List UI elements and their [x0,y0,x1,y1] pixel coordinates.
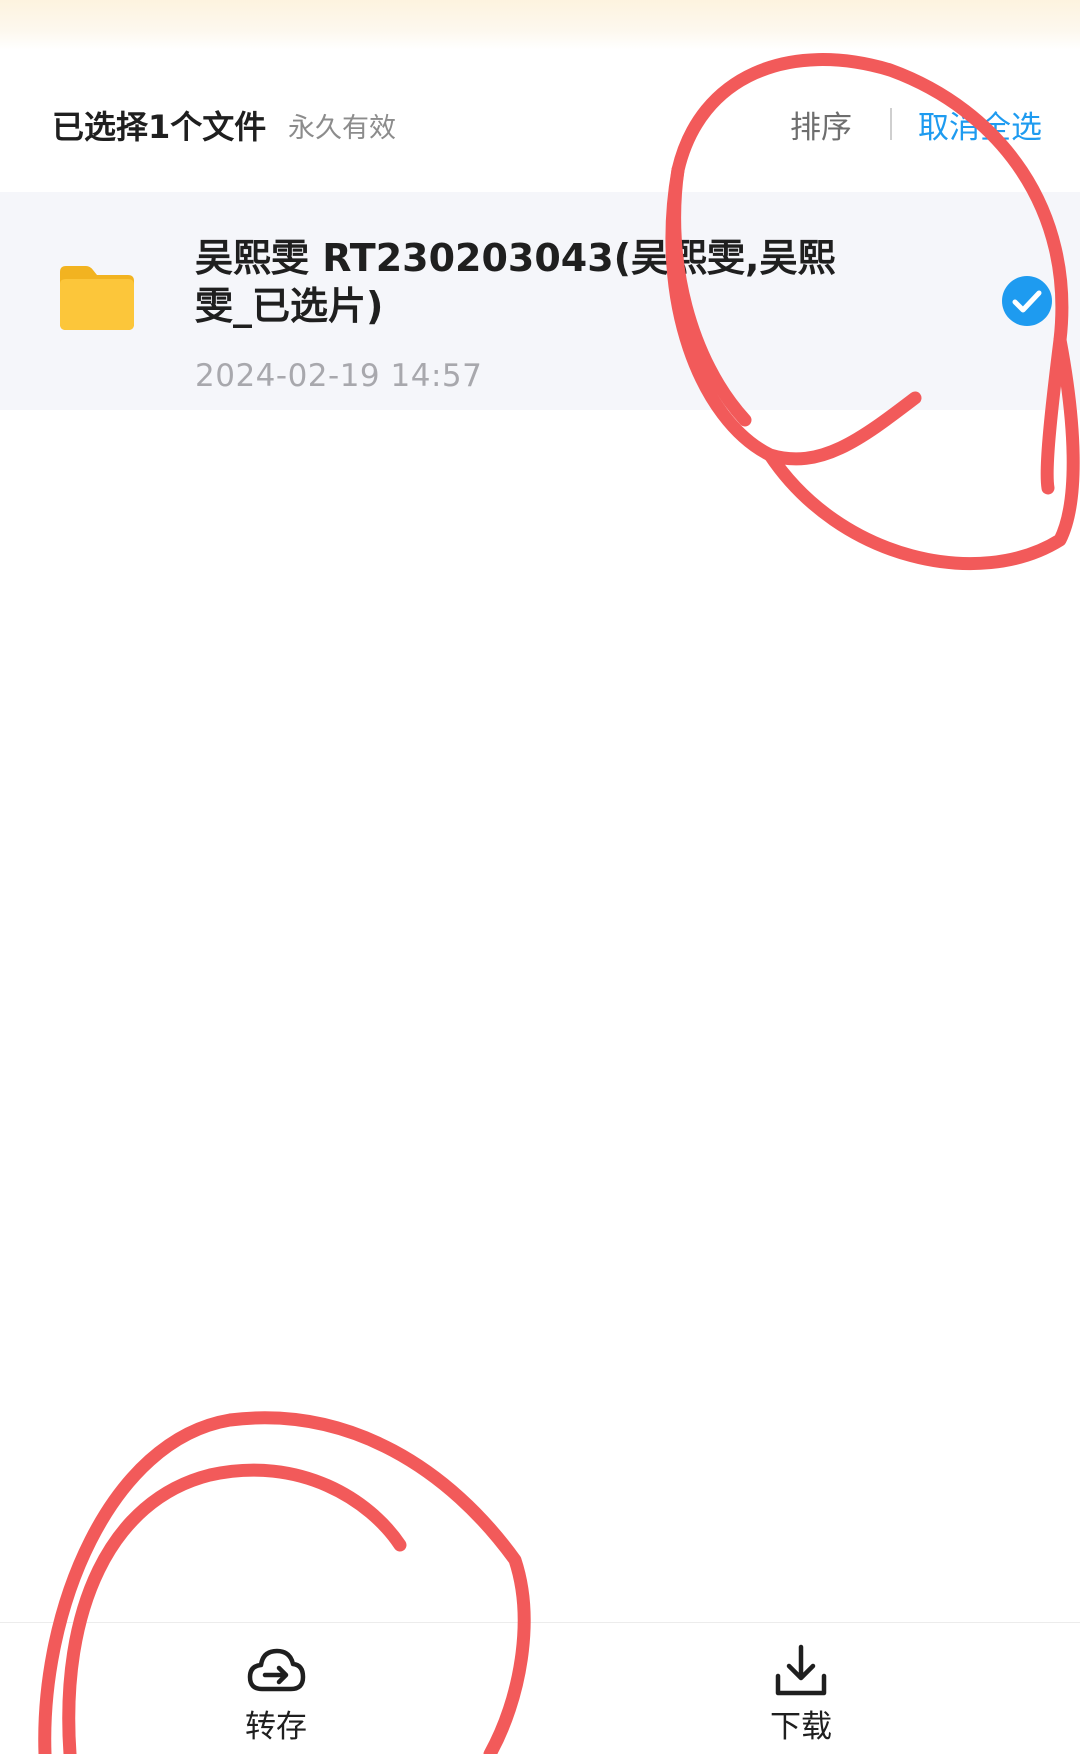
top-gradient-band [0,0,1080,50]
file-list-item[interactable]: 吴熙雯 RT230203043(吴熙雯,吴熙雯_已选片) 2024-02-19 … [0,192,1080,410]
cloud-transfer-icon [247,1648,306,1692]
download-label: 下载 [770,1709,832,1745]
save-to-drive-button[interactable]: 转存 [206,1643,346,1753]
selection-count-title: 已选择1个文件 [52,108,267,146]
download-button[interactable]: 下载 [731,1643,871,1753]
sort-button[interactable]: 排序 [790,102,852,147]
selected-check-icon[interactable] [1001,275,1053,327]
deselect-all-button[interactable]: 取消全选 [918,102,1042,147]
save-to-drive-label: 转存 [245,1709,307,1745]
header-divider [890,108,892,140]
file-date: 2024-02-19 14:57 [195,358,483,394]
bottom-action-bar: 转存 下载 [0,1622,1080,1754]
selection-header: 已选择1个文件 永久有效 排序 取消全选 [0,50,1080,192]
file-name[interactable]: 吴熙雯 RT230203043(吴熙雯,吴熙雯_已选片) [195,234,855,330]
validity-label: 永久有效 [288,113,396,144]
folder-icon [60,266,134,330]
download-icon [775,1644,827,1696]
page: 已选择1个文件 永久有效 排序 取消全选 吴熙雯 RT230203043(吴熙雯… [0,0,1080,1754]
